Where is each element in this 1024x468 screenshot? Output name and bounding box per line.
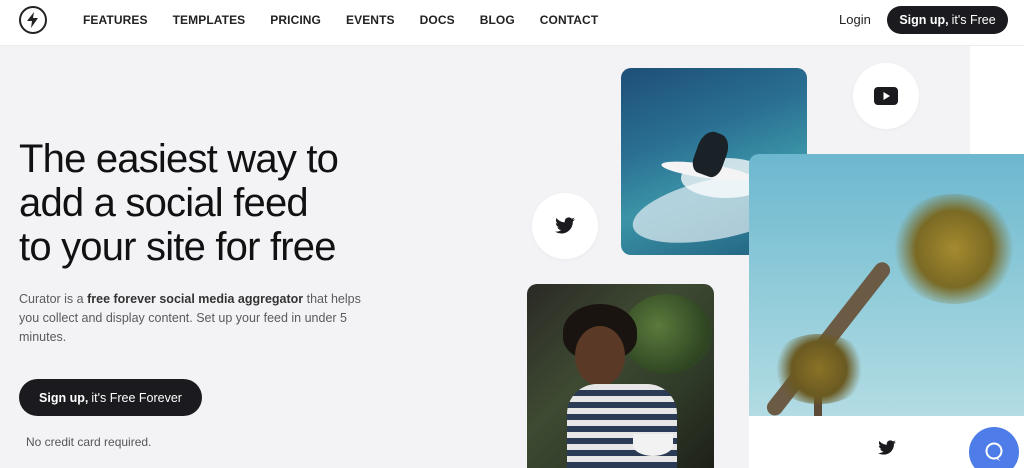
hero-headline: The easiest way to add a social feed to …	[19, 137, 399, 269]
coffee-cup-shape	[633, 434, 673, 456]
palm-fronds-shape	[889, 194, 1019, 304]
palm-tree-image	[749, 154, 1024, 416]
signup-button-header[interactable]: Sign up, it's Free	[887, 6, 1008, 34]
top-navbar: FEATURES TEMPLATES PRICING EVENTS DOCS B…	[0, 0, 1024, 46]
cta-rest-label: it's Free Forever	[91, 390, 182, 405]
youtube-icon[interactable]	[853, 63, 919, 129]
headline-line-2: add a social feed	[19, 181, 309, 225]
signup-rest-label: it's Free	[951, 13, 996, 27]
nav-templates[interactable]: TEMPLATES	[173, 13, 246, 27]
headline-line-3: to your site for free	[19, 225, 336, 269]
small-palm-fronds-shape	[769, 334, 869, 404]
nav-docs[interactable]: DOCS	[420, 13, 455, 27]
nav-blog[interactable]: BLOG	[480, 13, 515, 27]
curator-logo-icon[interactable]	[19, 6, 47, 34]
nav-events[interactable]: EVENTS	[346, 13, 395, 27]
face-shape	[575, 326, 625, 386]
login-link[interactable]: Login	[839, 12, 871, 27]
striped-shirt-shape	[567, 384, 677, 468]
signup-free-forever-button[interactable]: Sign up, it's Free Forever	[19, 379, 202, 416]
desc-part-1: Curator is a	[19, 292, 88, 306]
post-card-footer	[749, 416, 970, 468]
signup-bold-label: Sign up,	[899, 13, 949, 27]
twitter-small-icon	[877, 440, 897, 461]
headline-line-1: The easiest way to	[19, 137, 339, 181]
woman-with-coffee-image	[527, 284, 714, 468]
desc-bold: free forever social media aggregator	[87, 292, 304, 306]
cta-bold-label: Sign up,	[39, 390, 89, 405]
nav-pricing[interactable]: PRICING	[270, 13, 321, 27]
nav-contact[interactable]: CONTACT	[540, 13, 598, 27]
main-nav: FEATURES TEMPLATES PRICING EVENTS DOCS B…	[83, 13, 623, 27]
nav-features[interactable]: FEATURES	[83, 13, 148, 27]
hero-description: Curator is a free forever social media a…	[19, 290, 369, 347]
no-credit-card-note: No credit card required.	[26, 435, 152, 449]
twitter-icon[interactable]	[532, 193, 598, 259]
